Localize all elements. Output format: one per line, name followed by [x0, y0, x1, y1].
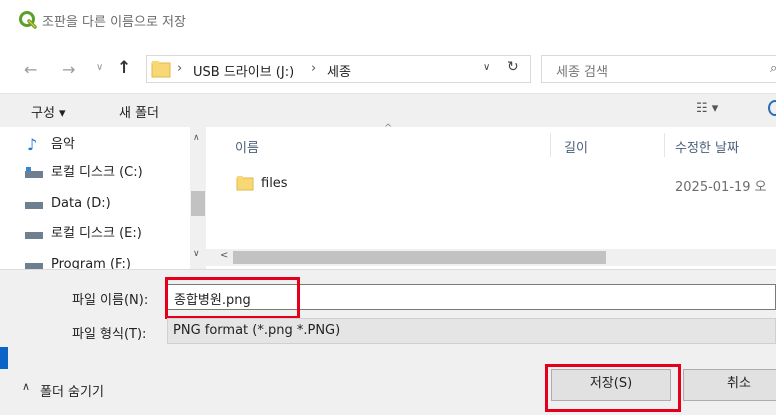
music-note-icon: ♪	[27, 135, 38, 154]
window-edge-accent	[0, 347, 8, 369]
address-bar[interactable]: › USB 드라이브 (J:) › 세종 ∨ ↻	[146, 55, 531, 83]
column-header-modified[interactable]: 수정한 날짜	[675, 137, 739, 156]
scrollbar-thumb[interactable]	[233, 251, 606, 264]
nav-item-music[interactable]: ♪ 음악	[27, 134, 75, 156]
nav-item-local-disk-e[interactable]: 로컬 디스크 (E:)	[25, 223, 142, 245]
search-icon: ⌕	[770, 61, 776, 76]
navigation-pane: ♪ 음악 로컬 디스크 (C:) Data (D:) 로컬 디스크 (E:) P…	[0, 127, 188, 272]
file-list: ^ 이름 길이 수정한 날짜 files 2025-01-19 오	[206, 123, 776, 269]
scrollbar-thumb[interactable]	[191, 191, 205, 216]
address-dropdown-chevron-icon[interactable]: ∨	[483, 62, 490, 73]
filename-label: 파일 이름(N):	[72, 293, 149, 308]
column-header-size[interactable]: 길이	[564, 137, 588, 156]
horizontal-scrollbar[interactable]: <	[206, 249, 776, 266]
back-arrow-icon[interactable]: ←	[24, 60, 37, 80]
new-folder-button[interactable]: 새 폴더	[119, 102, 159, 121]
filename-highlight-box	[165, 277, 300, 319]
chevron-up-icon[interactable]: ∧	[22, 380, 30, 393]
recent-locations-chevron-icon[interactable]: ∨	[96, 62, 103, 73]
column-divider[interactable]	[664, 133, 665, 157]
up-arrow-icon[interactable]: ↑	[117, 58, 131, 78]
nav-item-data-d[interactable]: Data (D:)	[25, 193, 111, 215]
nav-scrollbar[interactable]: ∧ ∨	[190, 127, 206, 269]
forward-arrow-icon[interactable]: →	[62, 60, 75, 80]
drive-icon	[25, 167, 43, 178]
help-icon[interactable]	[768, 100, 776, 116]
scroll-down-icon[interactable]: ∨	[193, 249, 200, 259]
column-header-name[interactable]: 이름	[235, 137, 259, 156]
scroll-up-icon[interactable]: ∧	[193, 133, 200, 143]
filetype-value: PNG format (*.png *.PNG)	[173, 323, 341, 338]
nav-item-label: 음악	[51, 137, 75, 152]
toolbar: 구성 ▾ 새 폴더 ☷ ▾	[0, 93, 776, 127]
nav-item-label: 로컬 디스크 (C:)	[51, 165, 143, 180]
breadcrumb-separator-icon: ›	[177, 61, 183, 76]
cancel-button-label: 취소	[727, 376, 751, 391]
filetype-label: 파일 형식(T):	[72, 327, 147, 342]
drive-icon	[25, 202, 43, 209]
breadcrumb-drive[interactable]: USB 드라이브 (J:)	[193, 61, 294, 80]
folder-icon	[236, 176, 254, 191]
filetype-select[interactable]: PNG format (*.png *.PNG)	[167, 318, 776, 344]
nav-item-label: Data (D:)	[51, 196, 111, 211]
nav-item-label: 로컬 디스크 (E:)	[51, 226, 142, 241]
search-placeholder: 세종 검색	[556, 65, 608, 80]
search-field[interactable]: 세종 검색 ⌕	[541, 55, 776, 83]
save-highlight-box	[545, 364, 681, 412]
organize-button[interactable]: 구성 ▾	[31, 102, 66, 121]
folder-icon	[151, 61, 171, 78]
refresh-icon[interactable]: ↻	[507, 59, 519, 75]
nav-item-local-disk-c[interactable]: 로컬 디스크 (C:)	[25, 162, 143, 184]
qgis-logo-icon	[19, 11, 37, 29]
breadcrumb-folder[interactable]: 세종	[327, 61, 351, 80]
table-row[interactable]: files 2025-01-19 오	[226, 173, 776, 195]
column-divider[interactable]	[550, 133, 551, 157]
cancel-button[interactable]: 취소	[683, 369, 776, 401]
hide-folders-toggle[interactable]: 폴더 숨기기	[40, 381, 104, 400]
scroll-left-icon[interactable]: <	[220, 250, 228, 261]
breadcrumb-separator-icon: ›	[311, 61, 317, 76]
sort-ascending-icon: ^	[384, 123, 393, 134]
drive-icon	[25, 232, 43, 239]
file-modified: 2025-01-19 오	[675, 180, 767, 195]
view-options-icon[interactable]: ☷ ▾	[696, 101, 718, 116]
file-name: files	[261, 176, 288, 191]
window-title: 조판을 다른 이름으로 저장	[42, 15, 186, 30]
